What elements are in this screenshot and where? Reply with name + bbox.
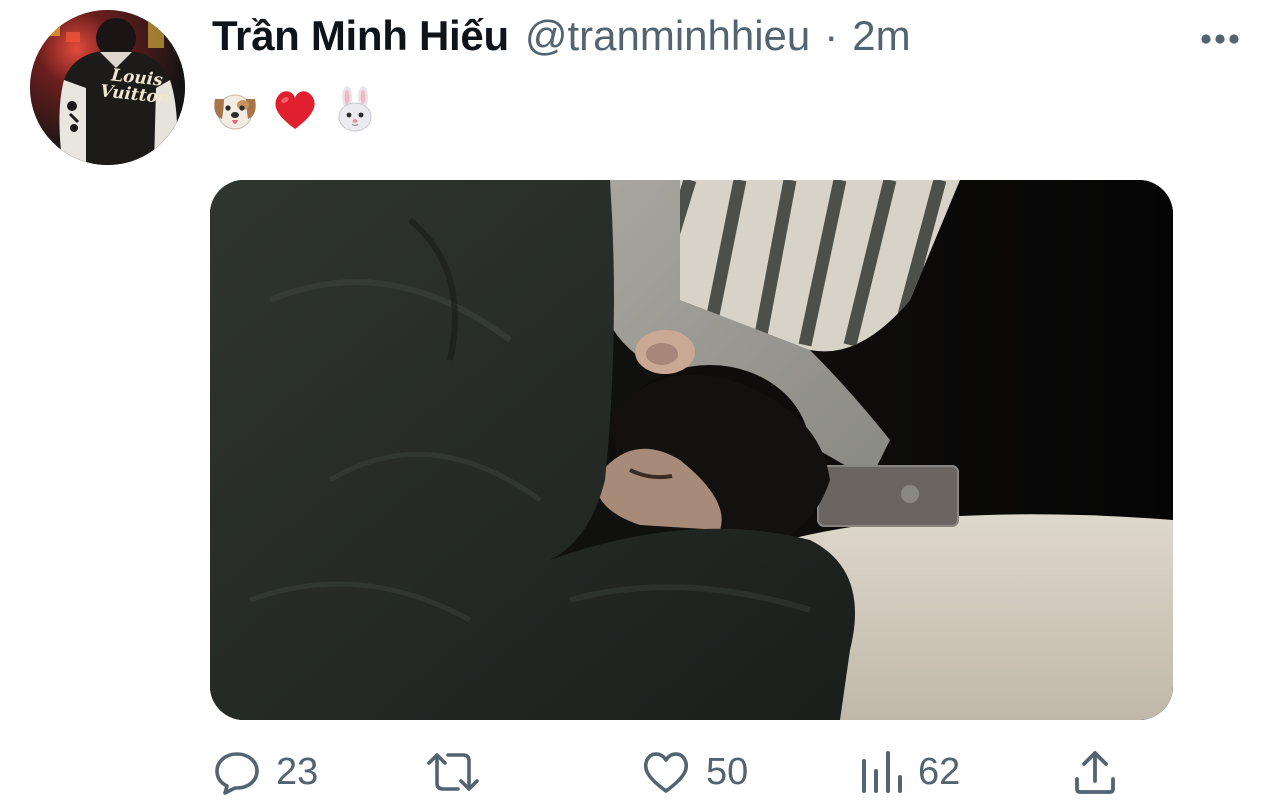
more-horizontal-icon — [1201, 34, 1239, 44]
reply-icon — [215, 752, 259, 795]
views-count: 62 — [918, 750, 961, 793]
author-avatar[interactable]: Louis Vuitton — [30, 10, 185, 165]
author-handle[interactable]: @tranminhhieu — [525, 12, 810, 60]
rabbit-face-emoji — [338, 86, 372, 132]
share-icon — [1075, 751, 1115, 794]
photo-illustration — [210, 180, 1173, 720]
more-options-button[interactable] — [1196, 26, 1244, 52]
tweet-text — [210, 84, 390, 136]
author-display-name[interactable]: Trần Minh Hiếu — [212, 12, 509, 60]
header-separator: · — [824, 12, 839, 59]
retweet-button[interactable] — [424, 746, 496, 798]
like-count: 50 — [706, 750, 749, 793]
views-button[interactable]: 62 — [860, 746, 960, 798]
views-chart-icon — [862, 751, 902, 793]
tweet-header: Trần Minh Hiếu @tranminhhieu · 2m — [212, 12, 911, 68]
retweet-icon — [427, 753, 479, 791]
reply-count: 23 — [276, 750, 319, 793]
avatar-logo-text: Louis Vuitton — [99, 65, 172, 109]
heart-icon — [643, 752, 689, 793]
tweet-timestamp[interactable]: 2m — [852, 12, 910, 60]
reply-button[interactable]: 23 — [212, 746, 318, 798]
like-button[interactable]: 50 — [640, 746, 748, 798]
dog-face-emoji — [214, 94, 256, 130]
phone-on-bed — [817, 465, 959, 527]
tweet-photo[interactable] — [210, 180, 1173, 720]
share-button[interactable] — [1072, 746, 1118, 798]
red-heart-emoji — [275, 91, 315, 129]
